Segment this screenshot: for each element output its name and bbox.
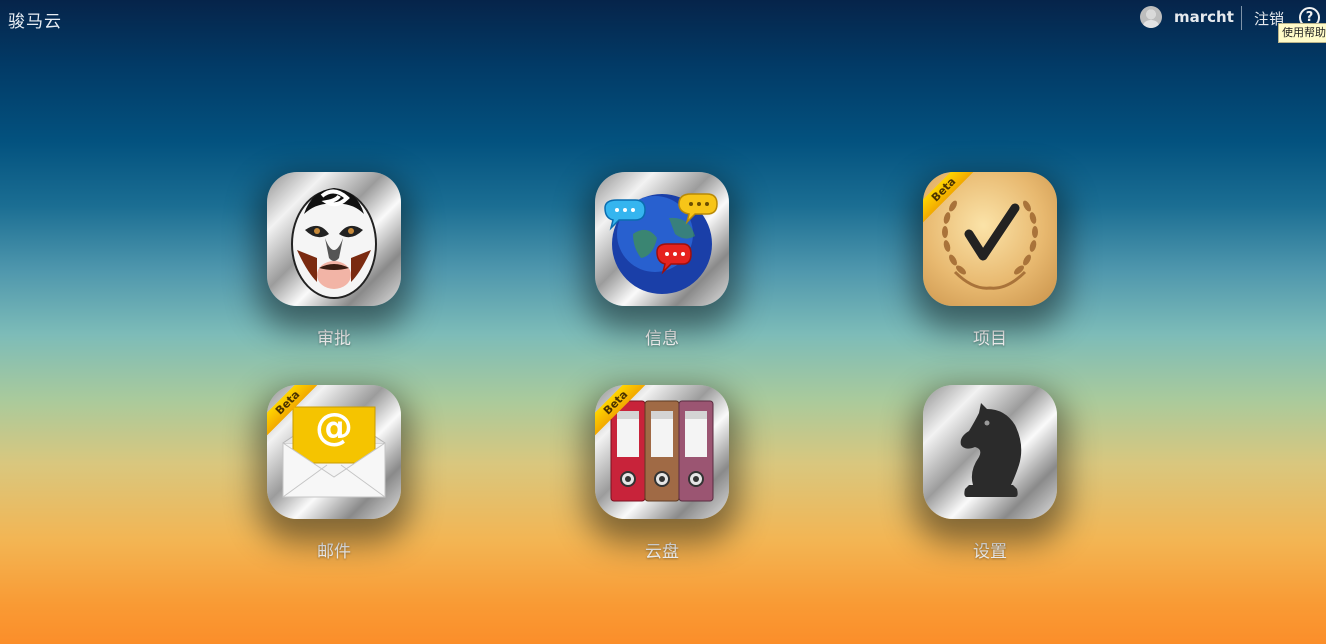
brand-title[interactable]: 骏马云 xyxy=(8,7,62,32)
app-cloud-drive[interactable]: Beta 云盘 xyxy=(562,385,762,562)
avatar[interactable] xyxy=(1140,6,1162,28)
app-label: 项目 xyxy=(973,329,1007,349)
username[interactable]: marcht xyxy=(1174,8,1234,26)
app-approval[interactable]: 审批 xyxy=(234,172,434,349)
app-label: 审批 xyxy=(317,329,351,349)
app-mail[interactable]: Beta @ 邮件 xyxy=(234,385,434,562)
divider xyxy=(1241,6,1242,30)
top-bar: 骏马云 marcht 注销 ? 使用帮助 xyxy=(0,0,1326,43)
opera-mask-icon[interactable] xyxy=(267,172,401,306)
app-messages[interactable]: 信息 xyxy=(562,172,762,349)
laurel-check-icon[interactable]: Beta xyxy=(923,172,1057,306)
app-label: 设置 xyxy=(973,542,1007,562)
app-settings[interactable]: 设置 xyxy=(890,385,1090,562)
app-label: 邮件 xyxy=(317,542,351,562)
chess-knight-icon[interactable] xyxy=(923,385,1057,519)
globe-chat-icon[interactable] xyxy=(595,172,729,306)
envelope-at-icon[interactable]: Beta @ xyxy=(267,385,401,519)
app-projects[interactable]: Beta 项目 xyxy=(890,172,1090,349)
app-label: 云盘 xyxy=(645,542,679,562)
at-symbol: @ xyxy=(315,405,353,449)
binders-icon[interactable]: Beta xyxy=(595,385,729,519)
help-tooltip: 使用帮助 xyxy=(1278,23,1326,43)
app-label: 信息 xyxy=(645,329,679,349)
